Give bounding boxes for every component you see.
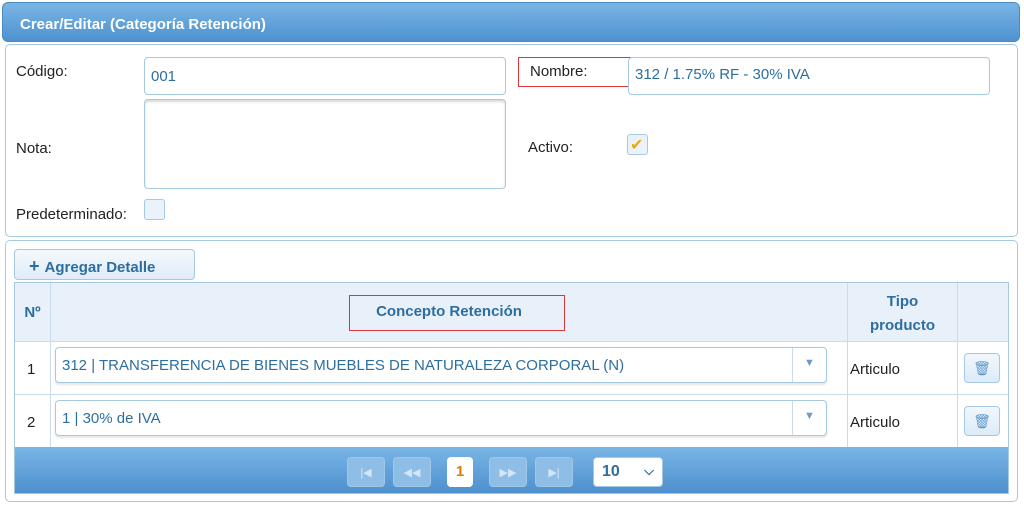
column-header-num[interactable]: Nº [15,283,51,341]
chevron-down-icon: ⌵ [644,463,654,478]
last-page-icon: ▶| [548,467,560,479]
window-title: Crear/Editar (Categoría Retención) [20,16,266,33]
row-2-delete-button[interactable]: 🗑 [964,406,1000,436]
row-1-concepto-cell: 312 | TRANSFERENCIA DE BIENES MUEBLES DE… [51,341,848,394]
form-panel: Código: 001 Nombre: 312 / 1.75% RF - 30%… [5,44,1018,237]
nota-textarea[interactable] [144,99,506,189]
nota-label: Nota: [16,140,52,157]
nombre-input[interactable]: 312 / 1.75% RF - 30% IVA [628,57,990,95]
row-2-concepto-value: 1 | 30% de IVA [62,410,161,427]
row-2-num: 2 [15,394,51,447]
activo-label: Activo: [528,139,574,156]
row-2-tipo: Articulo [848,394,958,447]
prev-page-icon: ◀◀ [403,467,421,479]
row-2-concepto-cell: 1 | 30% de IVA ▼ [51,394,848,447]
row-1-num: 1 [15,341,51,394]
page-size-select[interactable]: 10 ⌵ [593,457,663,487]
codigo-label: Código: [16,63,68,80]
column-header-tipo-line2: producto [870,317,935,334]
plus-icon: + [29,256,40,276]
dropdown-arrow-icon[interactable]: ▼ [792,401,826,435]
row-2-actions: 🗑 [958,394,1008,447]
first-page-icon: |◀ [360,467,372,479]
row-1-tipo: Articulo [848,341,958,394]
detail-panel: + Agregar Detalle Nº Concepto Retención T… [5,240,1018,502]
activo-checkbox[interactable]: ✔ [627,134,648,155]
row-1-concepto-value: 312 | TRANSFERENCIA DE BIENES MUEBLES DE… [62,357,625,374]
current-page[interactable]: 1 [447,457,473,487]
details-grid: Nº Concepto Retención Tipo producto 1 31… [14,282,1009,494]
column-header-tipo-line1: Tipo [886,293,919,310]
add-detail-label: Agregar Detalle [44,259,156,276]
predeterminado-checkbox[interactable] [144,199,165,220]
page-size-value: 10 [602,463,620,480]
column-header-actions [958,283,1008,341]
row-1-delete-button[interactable]: 🗑 [964,353,1000,383]
predeterminado-label: Predeterminado: [16,206,127,223]
dropdown-arrow-icon[interactable]: ▼ [792,348,826,382]
prev-page-button[interactable]: ◀◀ [393,457,431,487]
window-title-bar: Crear/Editar (Categoría Retención) [2,2,1020,42]
checkmark-icon: ✔ [630,137,644,154]
concepto-highlight-box [349,295,565,331]
column-header-tipo[interactable]: Tipo producto [848,283,958,341]
next-page-icon: ▶▶ [499,467,517,479]
row-1-actions: 🗑 [958,341,1008,394]
column-header-num-label: Nº [24,304,41,321]
last-page-button[interactable]: ▶| [535,457,573,487]
trash-icon: 🗑 [973,360,991,376]
next-page-button[interactable]: ▶▶ [489,457,527,487]
codigo-input[interactable]: 001 [144,57,506,95]
nombre-value: 312 / 1.75% RF - 30% IVA [635,66,810,83]
row-1-concepto-select[interactable]: 312 | TRANSFERENCIA DE BIENES MUEBLES DE… [55,347,827,383]
row-2-concepto-select[interactable]: 1 | 30% de IVA ▼ [55,400,827,436]
codigo-value: 001 [151,68,177,85]
trash-icon: 🗑 [973,413,991,429]
first-page-button[interactable]: |◀ [347,457,385,487]
add-detail-button[interactable]: + Agregar Detalle [14,249,195,280]
pager-bar: |◀ ◀◀ 1 ▶▶ ▶| 10 ⌵ [15,447,1008,493]
